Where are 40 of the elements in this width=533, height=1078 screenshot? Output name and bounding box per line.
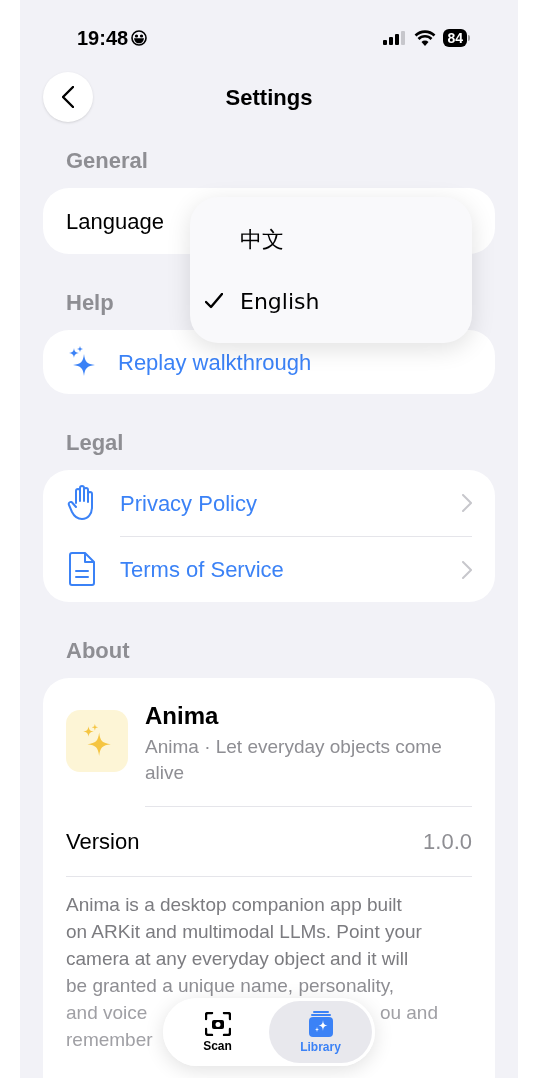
battery-level: 84	[443, 29, 467, 47]
document-icon	[68, 551, 96, 587]
replay-walkthrough-label: Replay walkthrough	[118, 348, 312, 377]
wifi-icon	[414, 30, 437, 46]
emoji-icon	[131, 30, 148, 46]
checkmark-icon	[205, 293, 223, 309]
tab-item[interactable]: Library	[269, 1001, 372, 1063]
description-line: on ARKit and multimodal LLMs. Point your	[66, 920, 422, 944]
option-label: English	[240, 287, 320, 316]
clock-time: 19:48	[77, 26, 129, 51]
chevron-right-icon	[462, 494, 472, 512]
camera-scan-icon	[204, 1011, 231, 1036]
chevron-left-icon	[62, 86, 74, 108]
section-header: General	[66, 146, 148, 175]
description-line: remember	[66, 1028, 153, 1052]
link-label: Privacy Policy	[120, 489, 257, 518]
tab-item[interactable]: Scan	[166, 1001, 269, 1063]
option-label: 中文	[240, 225, 284, 254]
description-line: camera at any everyday object and it will	[66, 947, 409, 971]
section-header: Legal	[66, 428, 124, 457]
legal-link-row[interactable]: Privacy Policy	[43, 470, 495, 536]
description-line: be granted a unique name, personality,	[66, 974, 395, 998]
description-line: Anima is a desktop companion app built	[66, 893, 402, 917]
description-line: ou and	[379, 1001, 438, 1025]
section-header: Help	[66, 288, 114, 317]
back-button[interactable]	[43, 72, 93, 122]
version-label: Version	[66, 828, 140, 856]
page-title: Settings	[225, 83, 313, 112]
section-header: About	[66, 636, 130, 665]
language-option[interactable]: English	[190, 270, 472, 332]
link-label: Terms of Service	[120, 556, 284, 584]
version-value: 1.0.0	[423, 828, 472, 856]
app-name: Anima	[145, 701, 220, 731]
app-tagline: Anima · Let everyday objects come alive	[145, 735, 443, 785]
description-line: and voice	[66, 1001, 148, 1025]
signal-icon	[383, 31, 408, 45]
library-stack-icon	[307, 1010, 334, 1037]
legal-link-row[interactable]: Terms of Service	[43, 536, 495, 602]
language-option[interactable]: 中文	[190, 208, 472, 270]
chevron-right-icon	[462, 560, 472, 579]
